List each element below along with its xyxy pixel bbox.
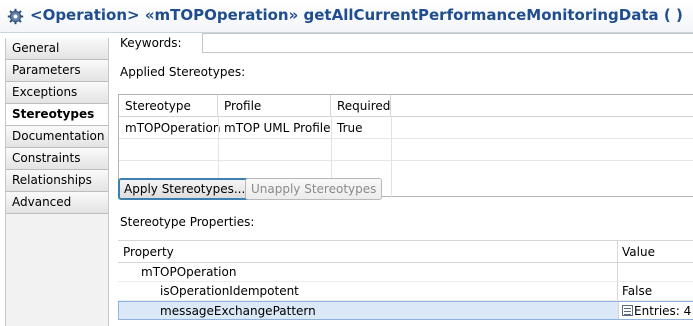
property-value — [617, 263, 693, 281]
stereotype-properties-label: Stereotype Properties: — [120, 215, 255, 229]
page-title: <Operation> «mTOPOperation» getAllCurren… — [30, 6, 683, 24]
gear-icon — [7, 8, 24, 25]
cell-stereotype: mTOPOperation — [125, 121, 221, 135]
cell-profile: mTOP UML Profile — [224, 121, 331, 135]
table-row[interactable]: mTOPOperation mTOP UML Profile True — [119, 117, 693, 139]
column-divider — [391, 117, 392, 197]
tab-relationships[interactable]: Relationships — [6, 170, 108, 192]
tab-documentation[interactable]: Documentation — [6, 126, 108, 148]
column-header-value[interactable]: Value — [617, 241, 693, 262]
list-icon — [622, 305, 633, 316]
property-tabs: General Parameters Exceptions Stereotype… — [5, 38, 109, 326]
column-header-profile[interactable]: Profile — [218, 95, 331, 116]
tab-advanced[interactable]: Advanced — [6, 192, 108, 214]
property-value[interactable]: Entries: 4 — [618, 302, 693, 319]
property-name: isOperationIdempotent — [160, 284, 299, 298]
table-header: Property Value — [118, 241, 693, 263]
table-row-selected[interactable]: messageExchangePattern Entries: 4 — [118, 301, 693, 320]
table-row[interactable]: mTOPOperation — [118, 263, 693, 282]
table-row[interactable]: isOperationIdempotent False — [118, 282, 693, 301]
property-name: mTOPOperation — [141, 265, 237, 279]
keywords-input[interactable] — [202, 33, 693, 53]
tab-general[interactable]: General — [6, 38, 108, 60]
cell-required: True — [337, 121, 363, 135]
table-row-empty — [119, 139, 693, 161]
entries-count: Entries: 4 — [634, 304, 692, 318]
tab-exceptions[interactable]: Exceptions — [6, 82, 108, 104]
property-name: messageExchangePattern — [160, 304, 316, 318]
column-header-stereotype[interactable]: Stereotype — [119, 95, 218, 116]
unapply-stereotypes-button[interactable]: Unapply Stereotypes — [245, 178, 383, 200]
applied-stereotypes-label: Applied Stereotypes: — [120, 65, 246, 79]
column-header-required[interactable]: Required — [331, 95, 391, 116]
tab-stereotypes[interactable]: Stereotypes — [6, 104, 108, 126]
tab-constraints[interactable]: Constraints — [6, 148, 108, 170]
stereotypes-panel: Keywords: Applied Stereotypes: Stereotyp… — [110, 33, 693, 326]
table-header: Stereotype Profile Required — [119, 95, 693, 117]
apply-stereotypes-button[interactable]: Apply Stereotypes... — [118, 178, 252, 200]
column-header-property[interactable]: Property — [123, 241, 174, 263]
editor-title-bar: <Operation> «mTOPOperation» getAllCurren… — [0, 0, 693, 33]
tab-parameters[interactable]: Parameters — [6, 60, 108, 82]
stereotype-properties-table: Property Value mTOPOperation isOperation… — [118, 240, 693, 326]
keywords-label: Keywords: — [120, 36, 182, 50]
property-value[interactable]: False — [617, 282, 693, 300]
